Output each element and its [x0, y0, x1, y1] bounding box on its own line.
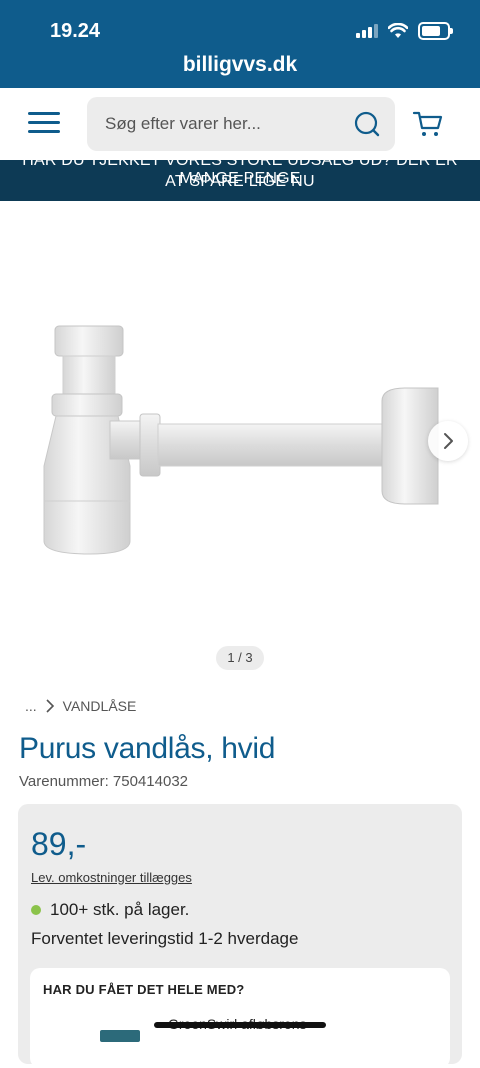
shipping-fees-link[interactable]: Lev. omkostninger tillægges [31, 870, 192, 885]
product-title: Purus vandlås, hvid [19, 732, 276, 765]
product-sku: Varenummer: 750414032 [19, 773, 188, 790]
home-indicator [154, 1022, 326, 1028]
chevron-right-icon [46, 699, 54, 713]
search-input[interactable] [105, 97, 345, 151]
breadcrumb-category[interactable]: VANDLÅSE [63, 698, 137, 714]
cellular-signal-icon [356, 24, 378, 38]
search-icon[interactable] [353, 110, 381, 138]
breadcrumb: ... VANDLÅSE [25, 698, 136, 714]
product-price: 89,- [31, 826, 87, 862]
image-pager: 1 / 3 [216, 646, 264, 670]
stock-status: 100+ stk. på lager. [31, 900, 189, 920]
status-bar: 19.24 billigvvs.dk [0, 0, 480, 88]
status-time: 19.24 [50, 20, 101, 42]
search-bar [87, 97, 395, 151]
banner-line-2: AT SPARE LIGE NU [165, 173, 315, 190]
promo-banner[interactable]: HAR DU TJEKKET VORES STORE UDSALG UD? DE… [0, 160, 480, 201]
next-image-button[interactable] [428, 421, 468, 461]
hamburger-menu-icon[interactable] [28, 112, 60, 136]
battery-icon [418, 22, 453, 40]
stock-indicator-dot [31, 905, 41, 915]
addon-card: HAR DU FÅET DET HELE MED? GreenSwirl afl… [30, 968, 450, 1068]
product-gallery[interactable]: 1 / 3 [0, 201, 480, 681]
product-image [43, 325, 439, 555]
chevron-right-icon [444, 433, 453, 449]
status-icons [356, 22, 453, 40]
wifi-icon [388, 23, 408, 38]
addon-title: HAR DU FÅET DET HELE MED? [43, 982, 245, 997]
cart-icon[interactable] [412, 108, 444, 140]
browser-url[interactable]: billigvvs.dk [0, 53, 480, 77]
addon-product-thumbnail[interactable] [100, 1030, 140, 1042]
breadcrumb-ellipsis[interactable]: ... [25, 698, 37, 714]
delivery-time: Forventet leveringstid 1-2 hverdage [31, 929, 299, 948]
site-header [0, 88, 480, 160]
stock-text: 100+ stk. på lager. [50, 900, 190, 919]
